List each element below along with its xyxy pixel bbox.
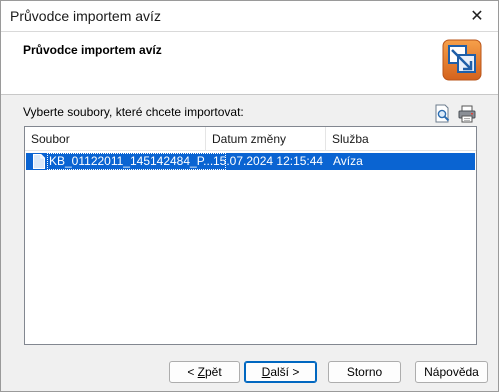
back-button[interactable]: < Zpět — [169, 361, 240, 383]
preview-magnifier-icon — [435, 104, 450, 123]
page-title: Průvodce importem avíz — [23, 43, 162, 57]
cell-file: KB_01122011_145142484_P... — [49, 154, 214, 168]
table-row[interactable]: KB_01122011_145142484_P... 15.07.2024 12… — [26, 153, 475, 170]
file-icon — [33, 154, 45, 169]
back-label-accel: Z — [197, 365, 205, 379]
next-button[interactable]: Další > — [244, 361, 317, 383]
instruction-label: Vyberte soubory, které chcete importovat… — [23, 105, 244, 119]
column-header-service[interactable]: Služba — [326, 127, 478, 151]
cell-date: 15.07.2024 12:15:44 — [213, 154, 324, 168]
back-label-post: pět — [205, 365, 222, 379]
print-button[interactable] — [457, 104, 477, 124]
column-header-file[interactable]: Soubor — [25, 127, 206, 151]
wizard-window: Průvodce importem avíz ✕ Průvodce import… — [0, 0, 499, 392]
import-wizard-logo-icon — [442, 39, 482, 81]
close-button[interactable]: ✕ — [456, 1, 498, 31]
next-label-accel: D — [261, 365, 271, 379]
title-bar: Průvodce importem avíz ✕ — [1, 1, 498, 31]
column-header-date[interactable]: Datum změny — [206, 127, 326, 151]
back-label-pre: < — [187, 365, 198, 379]
cancel-button[interactable]: Storno — [328, 361, 401, 383]
list-header: Soubor Datum změny Služba — [25, 127, 476, 151]
close-icon: ✕ — [470, 8, 484, 25]
window-title: Průvodce importem avíz — [10, 8, 161, 24]
file-list[interactable]: Soubor Datum změny Služba KB_01122011_14… — [24, 126, 477, 345]
next-label-post: alší > — [270, 365, 300, 379]
preview-button[interactable] — [433, 104, 453, 124]
wizard-header: Průvodce importem avíz — [1, 31, 498, 95]
printer-icon — [458, 105, 476, 123]
cell-service: Avíza — [333, 154, 363, 168]
help-button[interactable]: Nápověda — [415, 361, 488, 383]
